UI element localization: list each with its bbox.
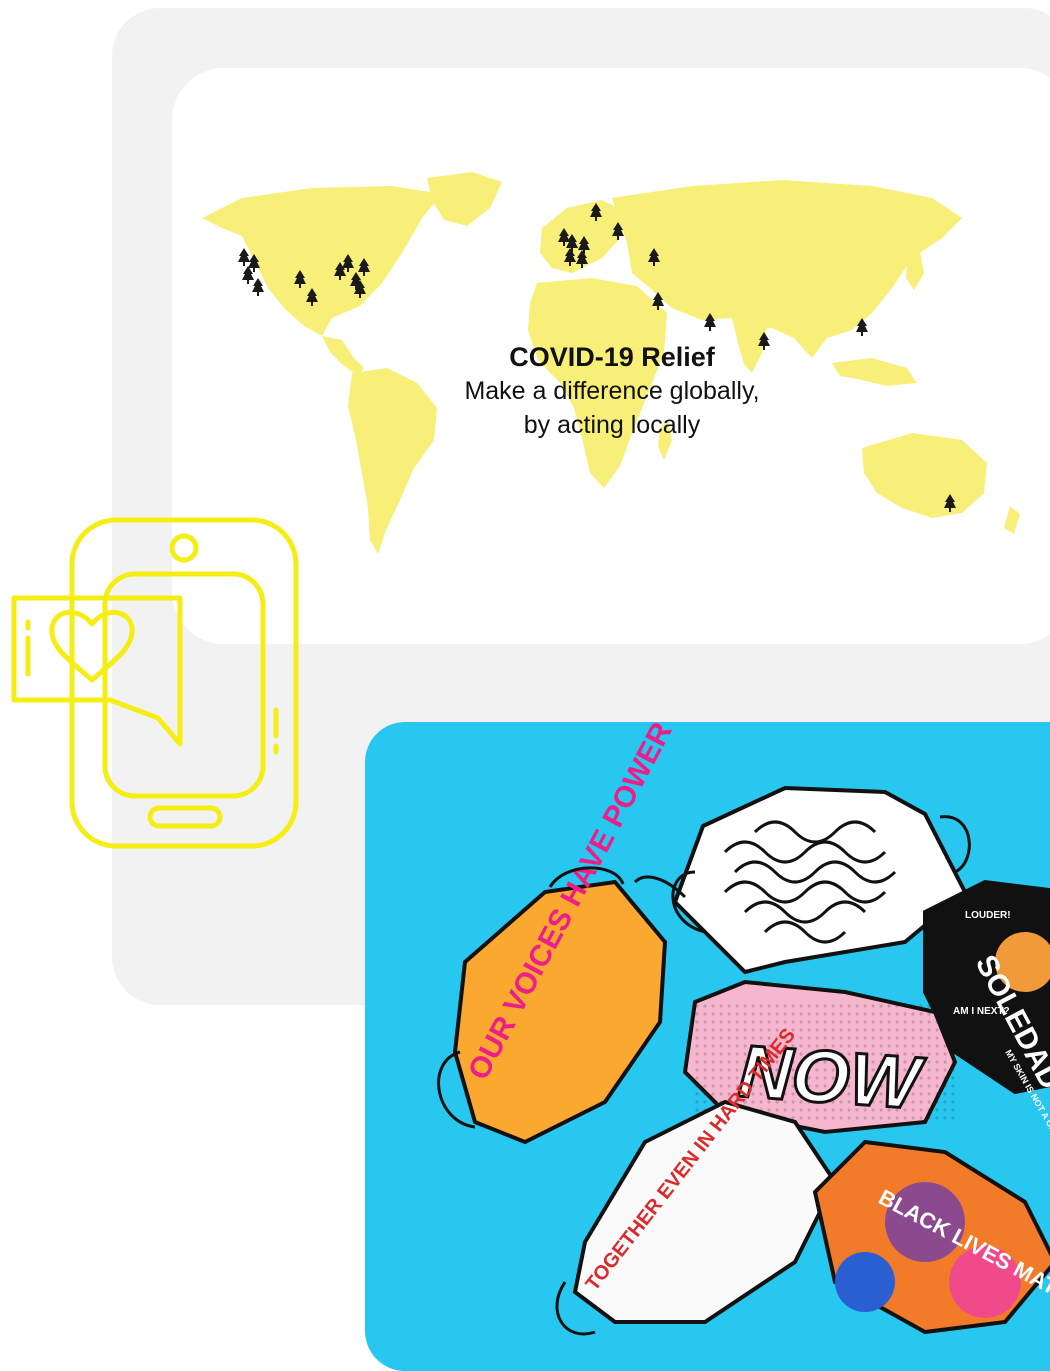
relief-subtitle-line2: by acting locally	[523, 411, 701, 439]
mask-blm: BLACK LIVES MATTER	[812, 1139, 1050, 1335]
masks-illustration: OUR VOICES HAVE POWER NOW SOLEDAD LOUDER…	[437, 722, 1050, 1336]
masks-photo: OUR VOICES HAVE POWER NOW SOLEDAD LOUDER…	[365, 722, 1050, 1371]
mask-soledad-text2: AM I NEXT?	[953, 1006, 1010, 1017]
heart-icon	[49, 609, 135, 683]
tree-pin-icon	[238, 248, 250, 266]
relief-text-block: COVID-19 Relief Make a difference global…	[402, 340, 822, 442]
mask-orange: OUR VOICES HAVE POWER	[437, 722, 679, 1145]
relief-subtitle-line1: Make a difference globally,	[464, 377, 760, 405]
relief-title: COVID-19 Relief	[509, 342, 715, 372]
mask-soledad-text1: LOUDER!	[965, 910, 1011, 921]
tree-pin-icon	[242, 266, 254, 284]
phone-heart-message-icon	[11, 517, 299, 849]
tree-pin-icon	[252, 278, 264, 296]
